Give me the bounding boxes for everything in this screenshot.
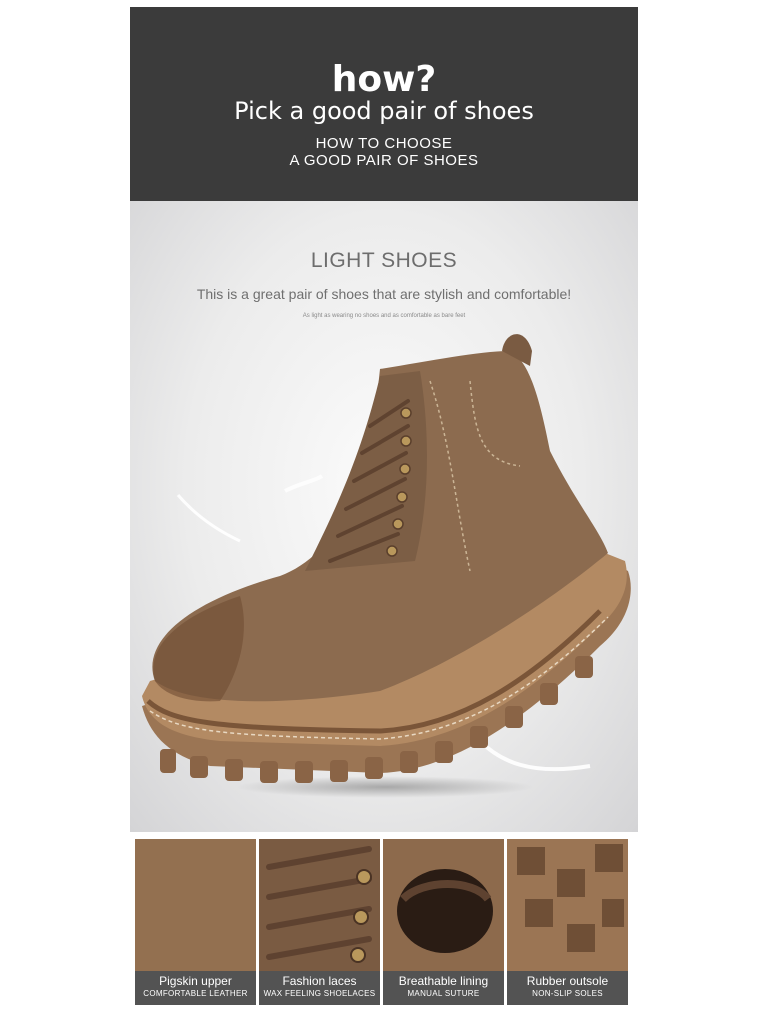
- hero-section: LIGHT SHOES This is a great pair of shoe…: [130, 201, 638, 832]
- suede-texture-image: [135, 839, 256, 971]
- feature-label: Breathable lining MANUAL SUTURE: [383, 971, 504, 1005]
- header-caption-line1: HOW TO CHOOSE: [315, 135, 453, 152]
- feature-label: Rubber outsole NON-SLIP SOLES: [507, 971, 628, 1005]
- header-subtitle: Pick a good pair of shoes: [234, 97, 534, 125]
- feature-subtitle: NON-SLIP SOLES: [532, 989, 603, 998]
- feature-tile-lining: Breathable lining MANUAL SUTURE: [383, 839, 504, 1005]
- feature-subtitle: MANUAL SUTURE: [407, 989, 480, 998]
- feature-subtitle: WAX FEELING SHOELACES: [263, 989, 376, 998]
- feature-subtitle: COMFORTABLE LEATHER: [143, 989, 248, 998]
- feature-title: Fashion laces: [282, 974, 357, 988]
- laces-image: [259, 839, 380, 971]
- feature-tile-outsole: Rubber outsole NON-SLIP SOLES: [507, 839, 628, 1005]
- feature-title: Pigskin upper: [159, 974, 232, 988]
- feature-title: Rubber outsole: [526, 974, 609, 988]
- feature-title: Breathable lining: [398, 974, 489, 988]
- header-caption: HOW TO CHOOSE A GOOD PAIR OF SHOES: [130, 135, 638, 169]
- header-title: how?: [331, 59, 437, 100]
- feature-label: Pigskin upper COMFORTABLE LEATHER: [135, 971, 256, 1005]
- boot-image: [142, 334, 631, 783]
- feature-label: Fashion laces WAX FEELING SHOELACES: [259, 971, 380, 1005]
- lining-image: [383, 839, 504, 971]
- outsole-image: [507, 839, 628, 971]
- header-caption-line2: A GOOD PAIR OF SHOES: [289, 152, 479, 169]
- header-banner: how? Pick a good pair of shoes HOW TO CH…: [130, 7, 638, 201]
- feature-tile-pigskin: Pigskin upper COMFORTABLE LEATHER: [135, 839, 256, 1005]
- feature-tile-laces: Fashion laces WAX FEELING SHOELACES: [259, 839, 380, 1005]
- feature-tiles: Pigskin upper COMFORTABLE LEATHER Fashio…: [130, 839, 630, 1005]
